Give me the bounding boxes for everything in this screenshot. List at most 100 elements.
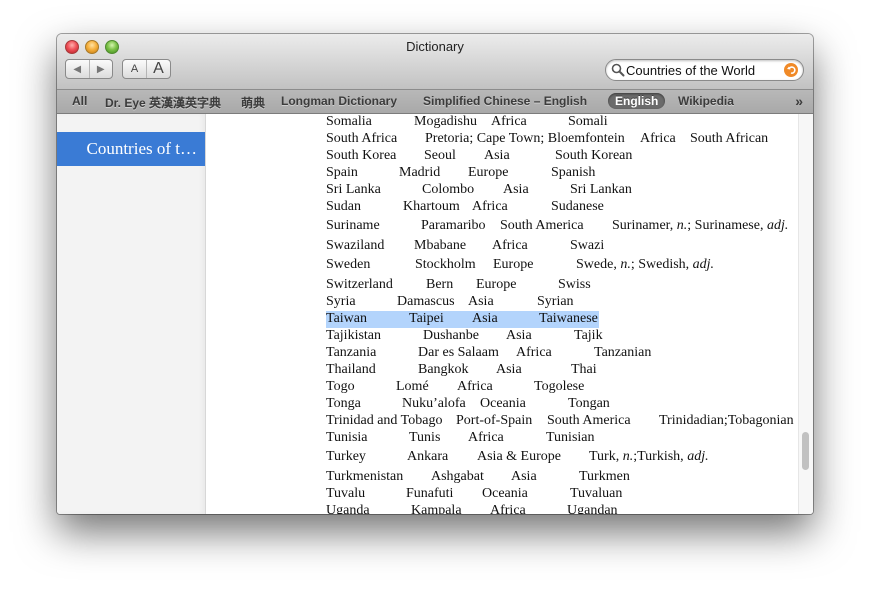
adjective-cell: Togolese xyxy=(534,379,585,394)
country-cell: Trinidad and Tobago xyxy=(326,413,443,428)
continent-cell: Africa xyxy=(472,199,508,214)
capital-cell: Tunis xyxy=(409,430,441,445)
country-cell: Switzerland xyxy=(326,277,393,292)
table-row: Taiwan Taipei Asia Taiwanese xyxy=(326,311,599,328)
forward-button[interactable]: ▶ xyxy=(88,60,113,78)
capital-cell: Bern xyxy=(426,277,454,292)
tab-dr-eye[interactable]: Dr. Eye 英漢漢英字典 xyxy=(105,94,221,111)
continent-cell: Africa xyxy=(492,238,528,253)
country-cell: Syria xyxy=(326,294,356,309)
tab-english[interactable]: English xyxy=(608,93,666,109)
capital-cell: Dar es Salaam xyxy=(418,345,499,360)
capital-cell: Paramaribo xyxy=(421,218,486,233)
continent-cell: Asia xyxy=(468,294,494,309)
adjective-cell: Trinidadian;Tobagonian xyxy=(659,413,794,428)
search-field[interactable]: Countries of the World xyxy=(605,59,804,81)
country-cell: Thailand xyxy=(326,362,376,377)
capital-cell: Colombo xyxy=(422,182,475,197)
back-button[interactable]: ◀ xyxy=(66,60,89,78)
adjective-cell: Syrian xyxy=(537,294,574,309)
more-sources-icon[interactable]: » xyxy=(795,93,803,109)
search-input[interactable]: Countries of the World xyxy=(626,63,755,78)
country-cell: Taiwan xyxy=(326,311,368,326)
adjective-cell: Tunisian xyxy=(546,430,595,445)
country-cell: Turkmenistan xyxy=(326,469,404,484)
country-cell: Swaziland xyxy=(326,238,385,253)
continent-cell: Europe xyxy=(493,257,534,272)
tab-simplified-chinese-english[interactable]: Simplified Chinese – English xyxy=(423,94,587,108)
capital-cell: Mogadishu xyxy=(414,114,477,129)
title-toolbar: Dictionary ◀ ▶ A A Countries of the Worl… xyxy=(57,34,813,90)
magnifier-icon xyxy=(611,63,625,77)
adjective-cell: Sri Lankan xyxy=(570,182,632,197)
continent-cell: Africa xyxy=(457,379,493,394)
country-cell: Somalia xyxy=(326,114,372,129)
font-smaller-button[interactable]: A xyxy=(123,60,146,78)
navigation-control: ◀ ▶ xyxy=(65,59,113,79)
country-cell: Togo xyxy=(326,379,355,394)
tab-longman[interactable]: Longman Dictionary xyxy=(281,94,397,108)
capital-cell: Dushanbe xyxy=(423,328,479,343)
continent-cell: Asia xyxy=(506,328,532,343)
capital-cell: Seoul xyxy=(424,148,456,163)
country-cell: Sudan xyxy=(326,199,361,214)
font-larger-button[interactable]: A xyxy=(146,60,170,78)
continent-cell: Africa xyxy=(640,131,676,146)
adjective-cell: Turkmen xyxy=(579,469,630,484)
continent-cell: Oceania xyxy=(480,396,526,411)
capital-cell: Taipei xyxy=(409,311,444,326)
scrollbar-thumb[interactable] xyxy=(802,432,809,470)
source-tabs: All Dr. Eye 英漢漢英字典 萌典 Longman Dictionary… xyxy=(57,90,813,114)
adjective-cell: South African xyxy=(690,131,769,146)
adjective-cell: Turk, n.;Turkish, adj. xyxy=(589,449,709,464)
continent-cell: Asia xyxy=(503,182,529,197)
continent-cell: Asia & Europe xyxy=(477,449,561,464)
continent-cell: Europe xyxy=(476,277,517,292)
window-title: Dictionary xyxy=(406,39,464,54)
country-cell: Tanzania xyxy=(326,345,377,360)
tab-all[interactable]: All xyxy=(72,94,87,108)
adjective-cell: Ugandan xyxy=(567,503,618,514)
adjective-cell: Tajik xyxy=(574,328,603,343)
tab-moedict[interactable]: 萌典 xyxy=(241,94,265,111)
capital-cell: Ankara xyxy=(407,449,449,464)
adjective-cell: Taiwanese xyxy=(539,311,598,326)
sidebar: Countries of t… xyxy=(57,114,206,514)
continent-cell: Oceania xyxy=(482,486,528,501)
adjective-cell: Swede, n.; Swedish, adj. xyxy=(576,257,715,272)
clear-search-icon[interactable] xyxy=(784,63,798,77)
adjective-cell: Somali xyxy=(568,114,608,129)
capital-cell: Nuku’alofa xyxy=(402,396,466,411)
capital-cell: Kampala xyxy=(411,503,462,514)
triangle-right-icon: ▶ xyxy=(96,63,105,75)
capital-cell: Damascus xyxy=(397,294,455,309)
continent-cell: Europe xyxy=(468,165,509,180)
continent-cell: Asia xyxy=(484,148,510,163)
adjective-cell: Swiss xyxy=(558,277,591,292)
country-cell: Suriname xyxy=(326,218,380,233)
capital-cell: Khartoum xyxy=(403,199,460,214)
adjective-cell: Tanzanian xyxy=(594,345,652,360)
tab-wikipedia[interactable]: Wikipedia xyxy=(678,94,734,108)
adjective-cell: Spanish xyxy=(551,165,596,180)
adjective-cell: South Korean xyxy=(555,148,633,163)
country-cell: South Africa xyxy=(326,131,398,146)
entry-content: Somalia Mogadishu Africa Somali South Africa… xyxy=(206,114,813,514)
country-cell: Sweden xyxy=(326,257,371,272)
continent-cell: South America xyxy=(547,413,631,428)
capital-cell: Ashgabat xyxy=(431,469,484,484)
capital-cell: Mbabane xyxy=(414,238,467,253)
adjective-cell: Sudanese xyxy=(551,199,604,214)
country-cell: Spain xyxy=(326,165,358,180)
adjective-cell: Swazi xyxy=(570,238,605,253)
capital-cell: Madrid xyxy=(399,165,441,180)
continent-cell: Africa xyxy=(491,114,527,129)
continent-cell: Africa xyxy=(516,345,552,360)
font-size-control: A A xyxy=(122,59,171,79)
capital-cell: Lomé xyxy=(396,379,429,394)
vertical-scrollbar[interactable] xyxy=(798,114,813,514)
sidebar-item-countries[interactable]: Countries of t… xyxy=(57,132,205,166)
country-cell: Uganda xyxy=(326,503,370,514)
country-cell: Tonga xyxy=(326,396,361,411)
capital-cell: Port-of-Spain xyxy=(456,413,533,428)
